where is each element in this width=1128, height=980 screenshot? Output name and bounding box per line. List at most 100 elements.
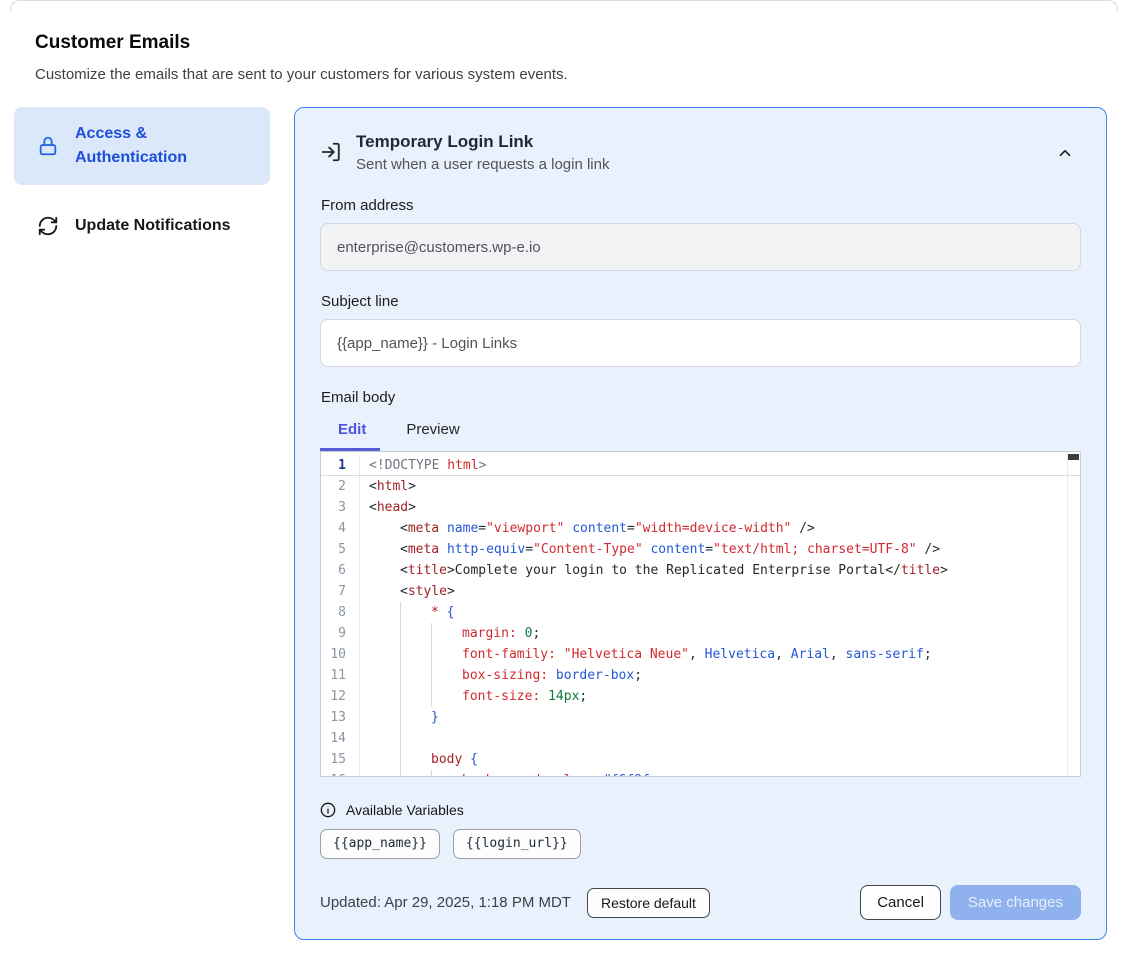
indent-guide: [431, 770, 462, 777]
code-line[interactable]: 11box-sizing: border-box;: [321, 665, 1080, 686]
indent-guide: [400, 644, 431, 665]
code-line[interactable]: 13}: [321, 707, 1080, 728]
collapse-panel-button[interactable]: [1055, 144, 1075, 164]
log-in-icon: [320, 141, 342, 163]
indent-space: [369, 728, 400, 749]
code-line-content: margin: 0;: [360, 623, 1080, 644]
subject-line-input[interactable]: [320, 319, 1081, 367]
lock-icon: [37, 135, 59, 157]
code-line[interactable]: 1<!DOCTYPE html>: [321, 455, 1080, 476]
indent-space: [369, 560, 400, 581]
page-title: Customer Emails: [35, 32, 1128, 54]
email-body-label: Email body: [321, 389, 1081, 406]
line-number: 6: [321, 560, 360, 581]
line-number: 16: [321, 770, 360, 777]
subject-line-label: Subject line: [321, 293, 1081, 310]
line-number: 15: [321, 749, 360, 770]
content-area: Access & Authentication Update Notificat…: [14, 107, 1114, 940]
code-line-content: box-sizing: border-box;: [360, 665, 1080, 686]
panel-title: Temporary Login Link: [356, 132, 609, 152]
container-top-edge: [10, 0, 1118, 11]
indent-space: [369, 644, 400, 665]
indent-space: [369, 686, 400, 707]
restore-default-button[interactable]: Restore default: [587, 888, 710, 918]
indent-guide: [431, 644, 462, 665]
chevron-up-icon: [1056, 150, 1074, 165]
editor-scrollbar[interactable]: [1067, 452, 1080, 776]
sidebar-item-update-notifications[interactable]: Update Notifications: [14, 202, 270, 250]
indent-guide: [400, 665, 431, 686]
indent-guide: [431, 623, 462, 644]
info-icon: [320, 802, 336, 818]
code-line-content: <meta name="viewport" content="width=dev…: [360, 518, 1080, 539]
line-number: 1: [321, 455, 360, 475]
code-line[interactable]: 3<head>: [321, 497, 1080, 518]
indent-guide: [400, 707, 431, 728]
variable-chip-app-name[interactable]: {{app_name}}: [320, 829, 440, 859]
tab-edit[interactable]: Edit: [338, 421, 366, 438]
available-variables-header: Available Variables: [320, 802, 1081, 818]
code-line[interactable]: 10font-family: "Helvetica Neue", Helveti…: [321, 644, 1080, 665]
from-address-input[interactable]: [320, 223, 1081, 271]
tab-preview[interactable]: Preview: [406, 421, 459, 438]
indent-guide: [400, 749, 431, 770]
code-line-content: [360, 728, 1080, 749]
line-number: 7: [321, 581, 360, 602]
panel-header-text: Temporary Login Link Sent when a user re…: [356, 132, 609, 173]
indent-space: [369, 665, 400, 686]
indent-space: [369, 518, 400, 539]
code-line-content: <meta http-equiv="Content-Type" content=…: [360, 539, 1080, 560]
temporary-login-link-panel: Temporary Login Link Sent when a user re…: [294, 107, 1107, 940]
code-line-content: }: [360, 707, 1080, 728]
variable-chips: {{app_name}} {{login_url}}: [320, 829, 1081, 859]
code-line[interactable]: 4<meta name="viewport" content="width=de…: [321, 518, 1080, 539]
email-types-sidebar: Access & Authentication Update Notificat…: [14, 107, 270, 250]
available-variables-label: Available Variables: [346, 802, 464, 818]
indent-guide: [400, 770, 431, 777]
code-line[interactable]: 16background-color: #f6f9fc;: [321, 770, 1080, 777]
indent-guide: [400, 623, 431, 644]
line-number: 14: [321, 728, 360, 749]
code-line[interactable]: 7<style>: [321, 581, 1080, 602]
editor-scrollbar-thumb[interactable]: [1068, 454, 1079, 460]
code-line-content: body {: [360, 749, 1080, 770]
code-line[interactable]: 12font-size: 14px;: [321, 686, 1080, 707]
from-address-label: From address: [321, 197, 1081, 214]
indent-space: [369, 581, 400, 602]
line-number: 5: [321, 539, 360, 560]
indent-space: [369, 539, 400, 560]
line-number: 3: [321, 497, 360, 518]
indent-guide: [400, 686, 431, 707]
line-number: 2: [321, 476, 360, 497]
indent-space: [369, 770, 400, 777]
indent-guide: [400, 728, 431, 749]
save-changes-button[interactable]: Save changes: [950, 885, 1081, 920]
code-line-content: <style>: [360, 581, 1080, 602]
code-line-content: font-size: 14px;: [360, 686, 1080, 707]
sidebar-item-label: Update Notifications: [75, 214, 231, 238]
variable-chip-login-url[interactable]: {{login_url}}: [453, 829, 581, 859]
code-line[interactable]: 15body {: [321, 749, 1080, 770]
sidebar-item-access-authentication[interactable]: Access & Authentication: [14, 107, 270, 185]
indent-space: [369, 707, 400, 728]
line-number: 11: [321, 665, 360, 686]
code-line[interactable]: 5<meta http-equiv="Content-Type" content…: [321, 539, 1080, 560]
panel-footer: Updated: Apr 29, 2025, 1:18 PM MDT Resto…: [320, 885, 1081, 920]
code-line[interactable]: 9margin: 0;: [321, 623, 1080, 644]
editor-tabs: Edit Preview: [338, 421, 1081, 438]
code-line-content: <title>Complete your login to the Replic…: [360, 560, 1080, 581]
code-line[interactable]: 6<title>Complete your login to the Repli…: [321, 560, 1080, 581]
code-line-content: font-family: "Helvetica Neue", Helvetica…: [360, 644, 1080, 665]
code-line-content: <!DOCTYPE html>: [360, 455, 1080, 475]
code-line-content: * {: [360, 602, 1080, 623]
cancel-button[interactable]: Cancel: [860, 885, 941, 920]
code-line[interactable]: 8* {: [321, 602, 1080, 623]
code-line-content: <head>: [360, 497, 1080, 518]
code-line[interactable]: 14: [321, 728, 1080, 749]
email-body-code-editor[interactable]: 1<!DOCTYPE html>2<html>3<head>4<meta nam…: [320, 451, 1081, 777]
line-number: 13: [321, 707, 360, 728]
page-subtitle: Customize the emails that are sent to yo…: [35, 66, 1128, 83]
indent-guide: [400, 602, 431, 623]
line-number: 8: [321, 602, 360, 623]
code-line[interactable]: 2<html>: [321, 476, 1080, 497]
